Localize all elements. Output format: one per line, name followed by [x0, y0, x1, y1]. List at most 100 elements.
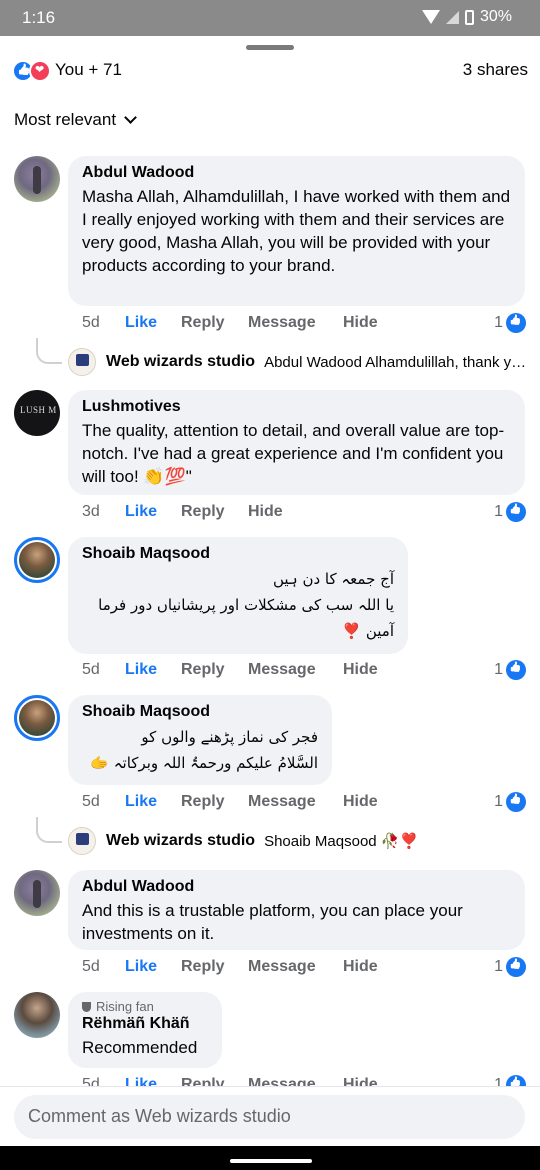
rising-fan-badge: Rising fan [82, 999, 208, 1014]
navigation-bar [0, 1146, 540, 1170]
reaction-count[interactable]: You + 71 [55, 60, 122, 80]
comment-reaction-count[interactable]: 1 [494, 660, 526, 680]
reply-preview[interactable]: Web wizards studio Abdul Wadood Alhamdul… [68, 348, 528, 376]
comment-reaction-count[interactable]: 1 [494, 313, 526, 333]
message-button[interactable]: Message [248, 958, 343, 976]
badge-label: Rising fan [96, 999, 154, 1014]
comments-sheet[interactable]: You + 71 3 shares Most relevant Abdul Wa… [0, 36, 540, 1086]
message-button[interactable]: Message [248, 793, 343, 811]
reply-button[interactable]: Reply [181, 503, 248, 521]
reply-button[interactable]: Reply [181, 793, 248, 811]
drag-handle[interactable] [246, 45, 294, 50]
like-badge-icon [506, 660, 526, 680]
comment-actions: 5d Like Reply Message Hide [82, 1076, 378, 1086]
reaction-number: 1 [494, 793, 503, 810]
like-button[interactable]: Like [125, 1076, 181, 1086]
shares-count[interactable]: 3 shares [463, 60, 528, 80]
love-reaction-icon [29, 60, 51, 82]
comment-text: فجر کی نماز پڑھنے والوں کو السَّلامُ علی… [90, 728, 318, 772]
comment-text: Recommended [82, 1038, 198, 1057]
sort-label: Most relevant [14, 110, 117, 129]
avatar[interactable]: LUSH M [14, 390, 60, 436]
status-time: 1:16 [22, 8, 56, 27]
avatar[interactable] [14, 156, 60, 202]
avatar[interactable] [14, 537, 60, 583]
hide-button[interactable]: Hide [343, 314, 378, 332]
reaction-number: 1 [494, 503, 503, 520]
reply-text: Abdul Wadood Alhamdulillah, thank yo... [264, 353, 528, 371]
home-gesture-pill[interactable] [230, 1159, 312, 1163]
reply-button[interactable]: Reply [181, 958, 248, 976]
comment-reaction-count[interactable]: 1 [494, 957, 526, 977]
comment-actions: 5d Like Reply Message Hide [82, 793, 378, 811]
comment-actions: 5d Like Reply Message Hide [82, 661, 378, 679]
hide-button[interactable]: Hide [343, 661, 378, 679]
reply-button[interactable]: Reply [181, 661, 248, 679]
comment-bubble[interactable]: Shoaib Maqsood فجر کی نماز پڑھنے والوں ک… [68, 695, 332, 785]
thread-line [36, 817, 62, 843]
comment-author[interactable]: Abdul Wadood [82, 163, 511, 183]
reaction-number: 1 [494, 661, 503, 678]
comment-time: 5d [82, 1076, 100, 1086]
comment-author[interactable]: Shoaib Maqsood [82, 544, 394, 564]
message-button[interactable]: Message [248, 314, 343, 332]
thread-line [36, 338, 62, 364]
comment-bubble[interactable]: Lushmotives The quality, attention to de… [68, 390, 525, 495]
like-button[interactable]: Like [125, 958, 181, 976]
reply-button[interactable]: Reply [181, 314, 248, 332]
comment-actions: 3d Like Reply Hide [82, 503, 283, 521]
hide-button[interactable]: Hide [343, 793, 378, 811]
like-button[interactable]: Like [125, 793, 181, 811]
reply-preview[interactable]: Web wizards studio Shoaib Maqsood 🥀❣️ [68, 827, 528, 855]
like-badge-icon [506, 792, 526, 812]
chevron-down-icon [124, 111, 137, 124]
comment-input[interactable]: Comment as Web wizards studio [14, 1095, 525, 1139]
reaction-number: 1 [494, 314, 503, 331]
reply-author[interactable]: Web wizards studio [106, 832, 255, 850]
sort-dropdown[interactable]: Most relevant [14, 110, 137, 130]
comment-author[interactable]: Shoaib Maqsood [82, 702, 318, 722]
like-button[interactable]: Like [125, 314, 181, 332]
comment-text: The quality, attention to detail, and ov… [82, 421, 505, 486]
comment-time: 5d [82, 314, 100, 331]
like-badge-icon [506, 502, 526, 522]
message-button[interactable]: Message [248, 661, 343, 679]
wifi-icon [421, 10, 440, 24]
like-badge-icon [506, 313, 526, 333]
comment-time: 5d [82, 958, 100, 975]
avatar[interactable] [14, 992, 60, 1038]
avatar-logo-text: LUSH M [20, 405, 57, 415]
message-button[interactable]: Message [248, 1076, 343, 1086]
like-button[interactable]: Like [125, 661, 181, 679]
comment-bubble[interactable]: Shoaib Maqsood آج جمعہ کا دن ہیں یا اللہ… [68, 537, 408, 654]
comment-time: 3d [82, 503, 100, 520]
comment-time: 5d [82, 661, 100, 678]
hide-button[interactable]: Hide [343, 958, 378, 976]
comment-time: 5d [82, 793, 100, 810]
comment-bubble[interactable]: Abdul Wadood Masha Allah, Alhamdulillah,… [68, 156, 525, 306]
avatar[interactable] [14, 870, 60, 916]
comment-bubble[interactable]: Rising fan Rëhmäñ Khäñ Recommended [68, 992, 222, 1068]
comment-author[interactable]: Rëhmäñ Khäñ [82, 1014, 208, 1034]
status-bar: 1:16 30% [0, 0, 540, 36]
reply-author[interactable]: Web wizards studio [106, 353, 255, 371]
reply-text: Shoaib Maqsood 🥀❣️ [264, 833, 419, 850]
hide-button[interactable]: Hide [248, 503, 283, 521]
comment-reaction-count[interactable]: 1 [494, 792, 526, 812]
comment-author[interactable]: Abdul Wadood [82, 877, 511, 897]
comment-reaction-count[interactable]: 1 [494, 502, 526, 522]
reactions-summary[interactable]: You + 71 3 shares [12, 58, 528, 84]
like-badge-icon [506, 957, 526, 977]
page-avatar [68, 827, 96, 855]
comment-reaction-count[interactable]: 1 [494, 1075, 526, 1086]
like-badge-icon [506, 1075, 526, 1086]
hide-button[interactable]: Hide [343, 1076, 378, 1086]
page-avatar [68, 348, 96, 376]
reply-button[interactable]: Reply [181, 1076, 248, 1086]
trophy-icon [82, 1001, 91, 1012]
comment-bubble[interactable]: Abdul Wadood And this is a trustable pla… [68, 870, 525, 950]
avatar[interactable] [14, 695, 60, 741]
like-button[interactable]: Like [125, 503, 181, 521]
reaction-number: 1 [494, 1076, 503, 1086]
comment-author[interactable]: Lushmotives [82, 397, 511, 417]
